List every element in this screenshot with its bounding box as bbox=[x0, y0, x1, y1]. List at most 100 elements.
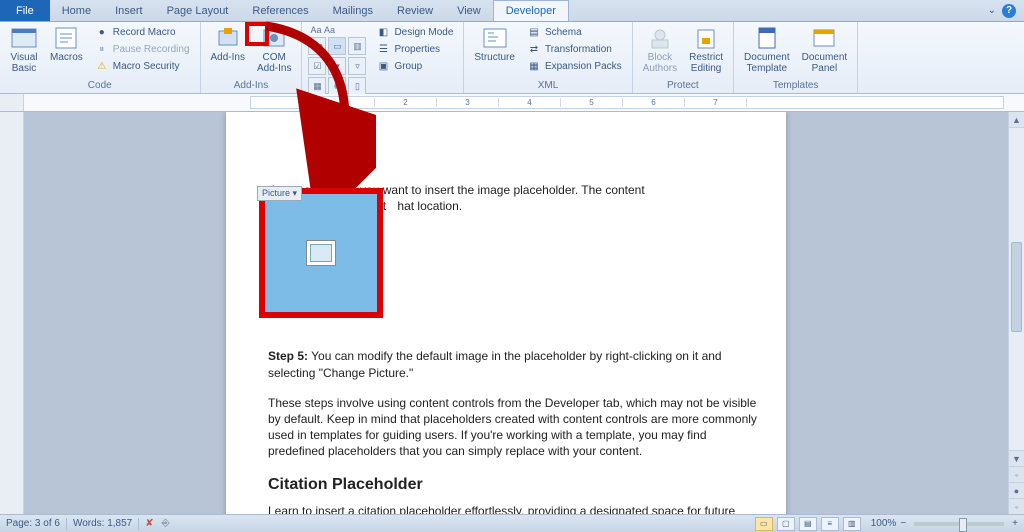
outline-view-button[interactable]: ≡ bbox=[821, 517, 839, 531]
combobox-control-button[interactable]: ▾ bbox=[328, 57, 346, 75]
annotation-highlight-ribbon bbox=[245, 22, 269, 46]
record-macro-label: Record Macro bbox=[113, 27, 176, 38]
schema-icon: ▤ bbox=[527, 25, 541, 39]
tab-mailings[interactable]: Mailings bbox=[321, 0, 385, 21]
date-control-button[interactable]: ▦ bbox=[308, 77, 326, 95]
tab-page-layout[interactable]: Page Layout bbox=[155, 0, 241, 21]
web-layout-view-button[interactable]: ▤ bbox=[799, 517, 817, 531]
ruler-tick: 3 bbox=[437, 98, 499, 107]
horizontal-ruler: 1 2 3 4 5 6 7 bbox=[0, 94, 1024, 112]
tab-view[interactable]: View bbox=[445, 0, 493, 21]
com-addins-label: COM Add-Ins bbox=[257, 52, 291, 74]
paragraph-3: These steps involve using content contro… bbox=[268, 395, 762, 460]
restrict-editing-label: Restrict Editing bbox=[689, 52, 723, 74]
browse-object-button[interactable]: ● bbox=[1009, 482, 1024, 498]
pause-recording-button[interactable]: ⏸ Pause Recording bbox=[91, 41, 194, 57]
group-code-label: Code bbox=[6, 79, 194, 93]
block-authors-label: Block Authors bbox=[643, 52, 677, 74]
draft-view-button[interactable]: ▥ bbox=[843, 517, 861, 531]
zoom-out-button[interactable]: − bbox=[900, 518, 906, 529]
structure-button[interactable]: Structure bbox=[470, 24, 519, 65]
macro-security-label: Macro Security bbox=[113, 61, 180, 72]
scroll-down-button[interactable]: ▼ bbox=[1009, 450, 1024, 466]
help-icon[interactable]: ? bbox=[1002, 4, 1016, 18]
record-macro-icon: ● bbox=[95, 25, 109, 39]
shield-icon: ⚠ bbox=[95, 59, 109, 73]
document-template-label: Document Template bbox=[744, 52, 790, 74]
visual-basic-label: Visual Basic bbox=[10, 52, 37, 74]
document-panel-icon bbox=[810, 26, 838, 50]
tab-review[interactable]: Review bbox=[385, 0, 445, 21]
minimize-ribbon-icon[interactable]: ⌄ bbox=[988, 5, 996, 16]
group-templates-label: Templates bbox=[740, 79, 851, 93]
next-page-button[interactable]: ◦ bbox=[1009, 498, 1024, 514]
restrict-editing-button[interactable]: Restrict Editing bbox=[685, 24, 727, 76]
group-xml: Structure ▤ Schema ⇄ Transformation ▦ Ex… bbox=[464, 22, 632, 93]
checkbox-control-button[interactable]: ☑ bbox=[308, 57, 326, 75]
record-macro-button[interactable]: ● Record Macro bbox=[91, 24, 194, 40]
building-block-control-button[interactable]: ▥ bbox=[348, 37, 366, 55]
scroll-up-button[interactable]: ▲ bbox=[1009, 112, 1024, 128]
document-panel-button[interactable]: Document Panel bbox=[798, 24, 852, 76]
zoom-level[interactable]: 100% bbox=[871, 518, 897, 529]
group-protect: Block Authors Restrict Editing Protect bbox=[633, 22, 734, 93]
group-button[interactable]: ▣ Group bbox=[372, 58, 457, 74]
picture-control-button[interactable]: ▭ bbox=[328, 37, 346, 55]
zoom-in-button[interactable]: + bbox=[1012, 518, 1018, 529]
expansion-label: Expansion Packs bbox=[545, 61, 622, 72]
group-addins-label: Add-Ins bbox=[207, 79, 296, 93]
tab-insert[interactable]: Insert bbox=[103, 0, 155, 21]
pause-recording-label: Pause Recording bbox=[113, 44, 190, 55]
tab-home[interactable]: Home bbox=[50, 0, 103, 21]
macro-security-button[interactable]: ⚠ Macro Security bbox=[91, 58, 194, 74]
tab-developer[interactable]: Developer bbox=[493, 0, 569, 21]
ruler-tick: 7 bbox=[685, 98, 747, 107]
addins-label: Add-Ins bbox=[211, 52, 245, 63]
schema-button[interactable]: ▤ Schema bbox=[523, 24, 626, 40]
document-template-button[interactable]: Document Template bbox=[740, 24, 794, 76]
insert-mode-icon[interactable]: ⎆ bbox=[162, 518, 170, 529]
file-tab[interactable]: File bbox=[0, 0, 50, 21]
print-layout-view-button[interactable]: ▭ bbox=[755, 517, 773, 531]
schema-label: Schema bbox=[545, 27, 582, 38]
dropdown-control-button[interactable]: ▿ bbox=[348, 57, 366, 75]
picture-cc-title[interactable]: Picture ▾ bbox=[257, 186, 302, 201]
ruler-tick: 4 bbox=[499, 98, 561, 107]
expansion-icon: ▦ bbox=[527, 59, 541, 73]
expansion-packs-button[interactable]: ▦ Expansion Packs bbox=[523, 58, 626, 74]
document-area[interactable]: document where you want to insert the im… bbox=[0, 112, 1024, 514]
macros-label: Macros bbox=[50, 52, 83, 63]
zoom-slider[interactable] bbox=[914, 522, 1004, 526]
status-words[interactable]: Words: 1,857 bbox=[73, 518, 132, 529]
transformation-label: Transformation bbox=[545, 44, 612, 55]
document-panel-label: Document Panel bbox=[802, 52, 848, 74]
addins-button[interactable]: Add-Ins bbox=[207, 24, 249, 65]
properties-button[interactable]: ☰ Properties bbox=[372, 41, 457, 57]
full-screen-view-button[interactable]: ▢ bbox=[777, 517, 795, 531]
rich-text-control-button[interactable]: Aa bbox=[308, 37, 326, 55]
group-control-button[interactable]: ▯ bbox=[348, 77, 366, 95]
design-mode-button[interactable]: ◧ Design Mode bbox=[372, 24, 457, 40]
prev-page-button[interactable]: ◦ bbox=[1009, 466, 1024, 482]
ruler-tick: 2 bbox=[375, 98, 437, 107]
status-page[interactable]: Page: 3 of 6 bbox=[6, 518, 60, 529]
annotation-highlight-picture-cc: Picture ▾ bbox=[259, 188, 383, 318]
content-control-gallery: Aa ▭ ▥ ☑ ▾ ▿ ▦ ⚙ ▯ bbox=[308, 37, 366, 95]
scroll-thumb[interactable] bbox=[1011, 242, 1022, 332]
group-btn-label: Group bbox=[394, 61, 422, 72]
ruler-tick: 5 bbox=[561, 98, 623, 107]
addins-icon bbox=[214, 26, 242, 50]
visual-basic-button[interactable]: Visual Basic bbox=[6, 24, 42, 76]
transformation-button[interactable]: ⇄ Transformation bbox=[523, 41, 626, 57]
picture-cc-menu-icon[interactable]: ▾ bbox=[293, 188, 298, 198]
group-templates: Document Template Document Panel Templat… bbox=[734, 22, 858, 93]
proofing-icon[interactable]: ✘ bbox=[145, 518, 153, 529]
block-authors-button[interactable]: Block Authors bbox=[639, 24, 681, 76]
macros-button[interactable]: Macros bbox=[46, 24, 87, 65]
tab-references[interactable]: References bbox=[240, 0, 320, 21]
legacy-tools-button[interactable]: ⚙ bbox=[328, 77, 346, 95]
properties-icon: ☰ bbox=[376, 42, 390, 56]
vertical-scrollbar[interactable]: ▲ ▼ ◦ ● ◦ bbox=[1008, 112, 1024, 514]
group-xml-label: XML bbox=[470, 79, 625, 93]
picture-content-control[interactable] bbox=[265, 194, 377, 312]
